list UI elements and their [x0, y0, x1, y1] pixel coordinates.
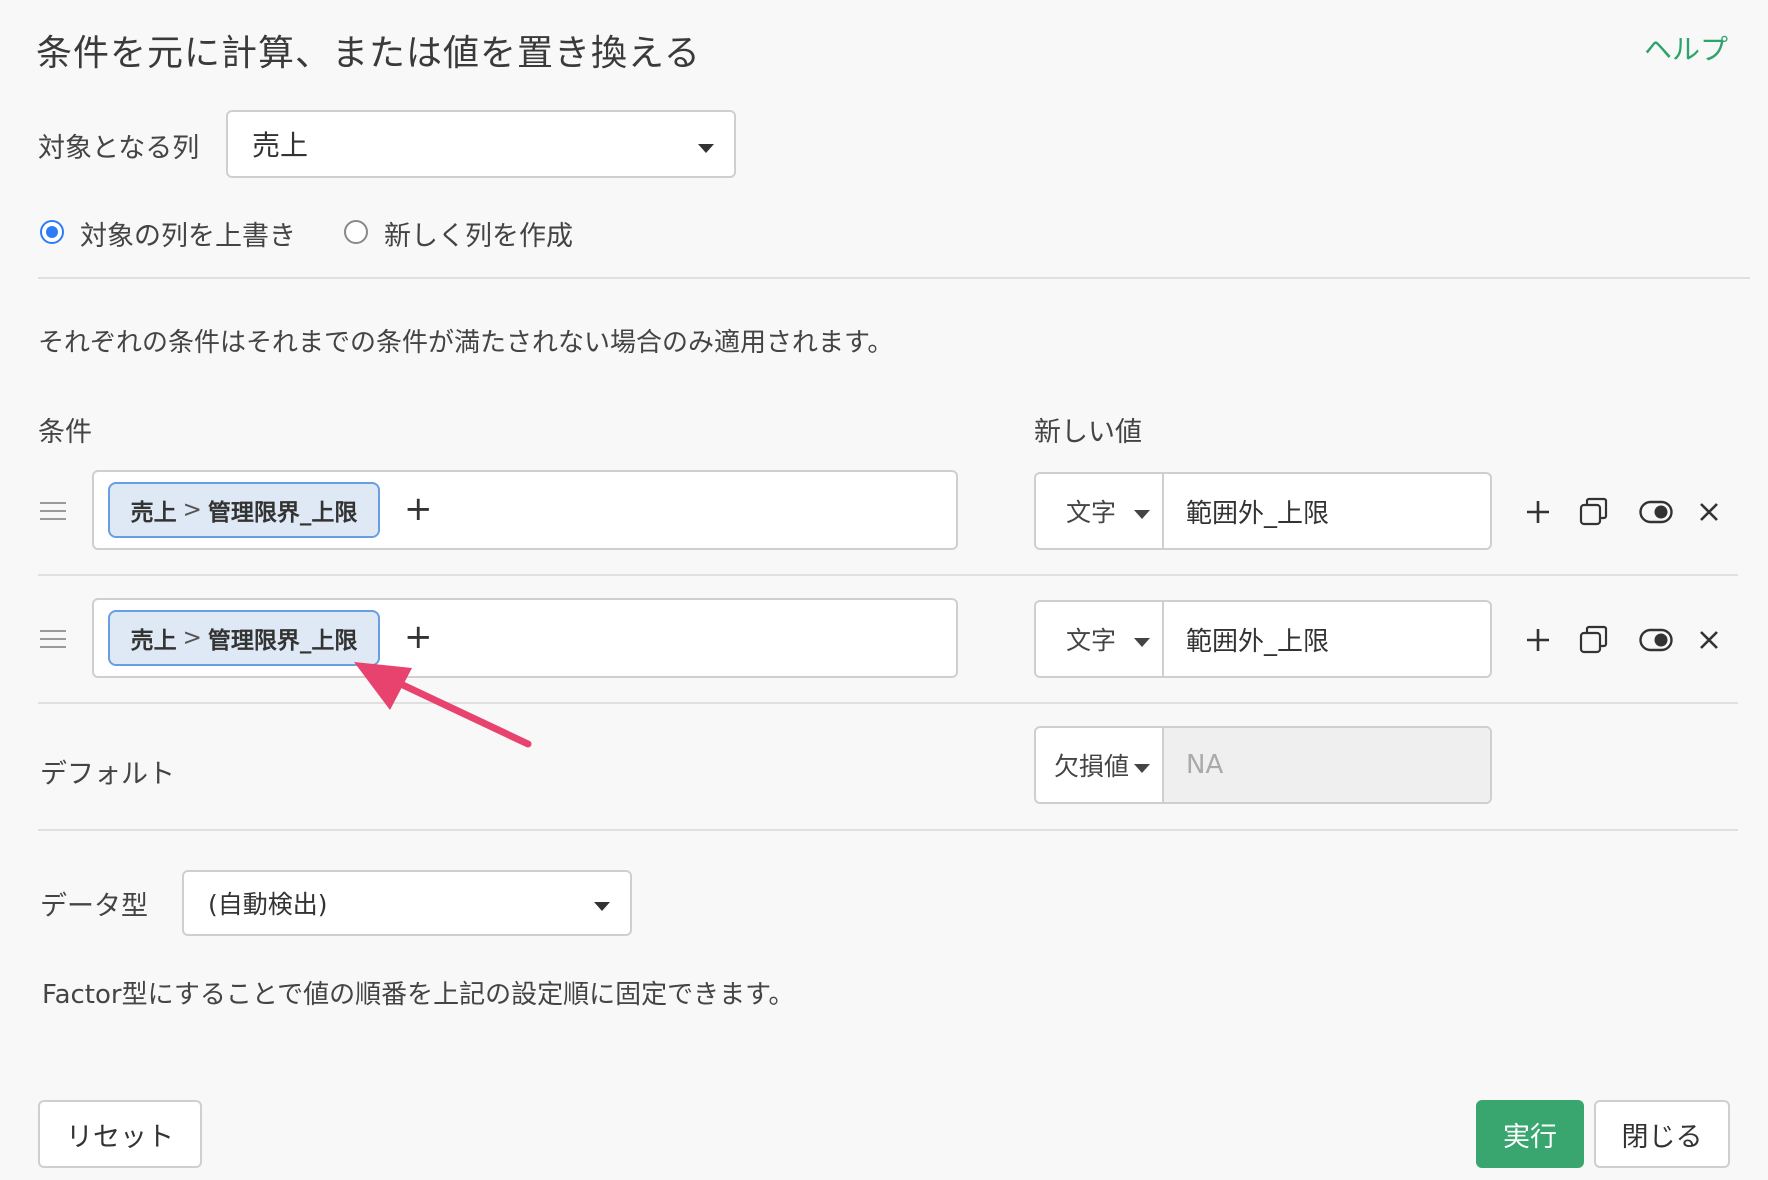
target-column-select[interactable]: 売上	[226, 110, 736, 178]
description-text: それぞれの条件はそれまでの条件が満たされない場合のみ適用されます。	[38, 328, 894, 358]
condition-header: 条件	[38, 417, 92, 448]
toggle-icon[interactable]	[1638, 625, 1674, 655]
default-type-select[interactable]: 欠損値	[1036, 728, 1164, 802]
factor-note: Factor型にすることで値の順番を上記の設定順に固定できます。	[42, 980, 795, 1010]
new-value-group: 文字 範囲外_上限	[1034, 472, 1492, 550]
radio-off-icon	[344, 220, 368, 244]
new-value-input[interactable]: 範囲外_上限	[1164, 474, 1490, 548]
data-type-value: (自動検出)	[208, 890, 328, 919]
radio-new-column[interactable]	[344, 220, 368, 244]
chip-target: 管理限界_上限	[207, 500, 358, 526]
chip-operator: >	[182, 625, 202, 651]
radio-on-icon	[40, 220, 64, 244]
drag-handle-icon[interactable]	[40, 630, 66, 650]
new-value-header: 新しい値	[1034, 417, 1142, 448]
close-icon[interactable]	[1694, 497, 1724, 527]
value-type-select[interactable]: 文字	[1036, 602, 1164, 676]
help-link[interactable]: ヘルプ	[1644, 28, 1728, 68]
chevron-down-icon	[1134, 764, 1150, 773]
default-value-group: 欠損値 NA	[1034, 726, 1492, 804]
chevron-down-icon	[1134, 510, 1150, 519]
chip-operator: >	[182, 497, 202, 523]
divider	[38, 702, 1738, 704]
chevron-down-icon	[1134, 638, 1150, 647]
copy-icon[interactable]	[1579, 497, 1609, 527]
default-label: デフォルト	[40, 759, 175, 790]
toggle-icon[interactable]	[1638, 497, 1674, 527]
divider	[38, 829, 1738, 831]
new-value-input[interactable]: 範囲外_上限	[1164, 602, 1490, 676]
radio-overwrite[interactable]	[40, 220, 64, 244]
close-icon[interactable]	[1694, 625, 1724, 655]
divider	[38, 277, 1750, 279]
chevron-down-icon	[698, 144, 714, 153]
add-row-icon[interactable]	[1523, 625, 1553, 655]
annotation-arrow-icon	[354, 662, 532, 748]
chip-target: 管理限界_上限	[207, 628, 358, 654]
default-type-label: 欠損値	[1054, 752, 1130, 781]
drag-handle-icon[interactable]	[40, 502, 66, 522]
close-button[interactable]: 閉じる	[1594, 1100, 1730, 1168]
value-type-label: 文字	[1066, 498, 1117, 527]
add-condition-icon[interactable]: +	[404, 492, 433, 526]
radio-overwrite-label[interactable]: 対象の列を上書き	[80, 214, 296, 253]
default-value-input: NA	[1164, 728, 1490, 802]
value-type-select[interactable]: 文字	[1036, 474, 1164, 548]
add-row-icon[interactable]	[1523, 497, 1553, 527]
data-type-select[interactable]: (自動検出)	[182, 870, 632, 936]
copy-icon[interactable]	[1579, 625, 1609, 655]
data-type-label: データ型	[40, 891, 148, 922]
target-column-value: 売上	[252, 129, 309, 162]
run-button[interactable]: 実行	[1476, 1100, 1584, 1168]
value-type-label: 文字	[1066, 626, 1117, 655]
chip-column: 売上	[130, 628, 177, 654]
radio-new-column-label[interactable]: 新しく列を作成	[384, 214, 573, 253]
reset-button[interactable]: リセット	[38, 1100, 202, 1168]
chip-column: 売上	[130, 500, 177, 526]
new-value-group: 文字 範囲外_上限	[1034, 600, 1492, 678]
dialog-title: 条件を元に計算、または値を置き換える	[36, 33, 701, 74]
condition-chip[interactable]: 売上 > 管理限界_上限	[108, 482, 380, 538]
divider	[38, 574, 1738, 576]
chevron-down-icon	[594, 902, 610, 911]
target-column-label: 対象となる列	[38, 133, 200, 164]
